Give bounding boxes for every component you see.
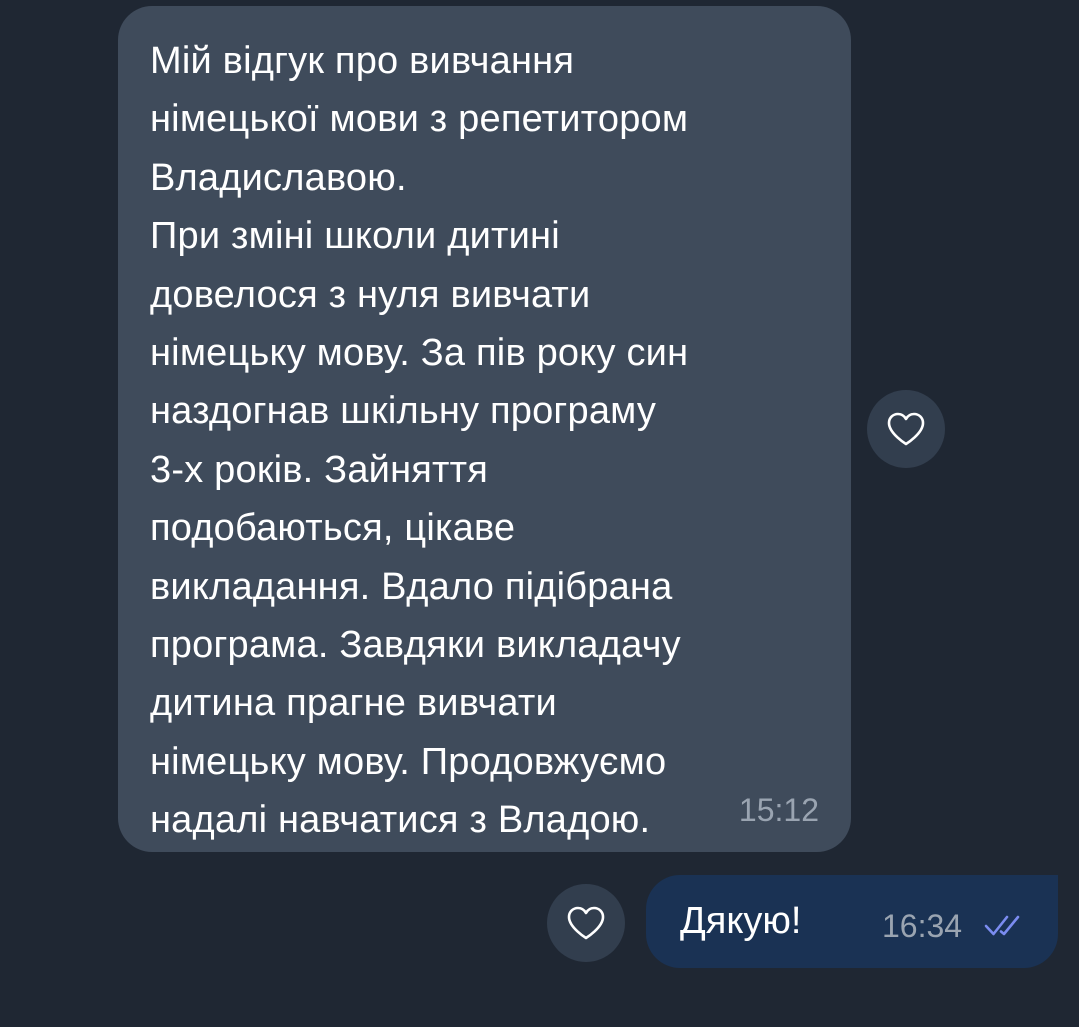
outgoing-message-time: 16:34 [882,908,963,944]
double-check-icon [984,915,1020,936]
incoming-message-time: 15:12 [738,792,819,828]
heart-outline-icon [887,412,925,446]
incoming-message-bubble[interactable]: Мій відгук про вивчання німецької мови з… [118,6,851,852]
outgoing-message-bubble[interactable]: Дякую! 16:34 [646,875,1058,968]
outgoing-message-text: Дякую! [680,900,802,942]
outgoing-reaction-button[interactable] [547,884,625,962]
incoming-reaction-button[interactable] [867,390,945,468]
incoming-message-text: Мій відгук про вивчання німецької мови з… [150,40,689,842]
heart-outline-icon [567,906,605,940]
